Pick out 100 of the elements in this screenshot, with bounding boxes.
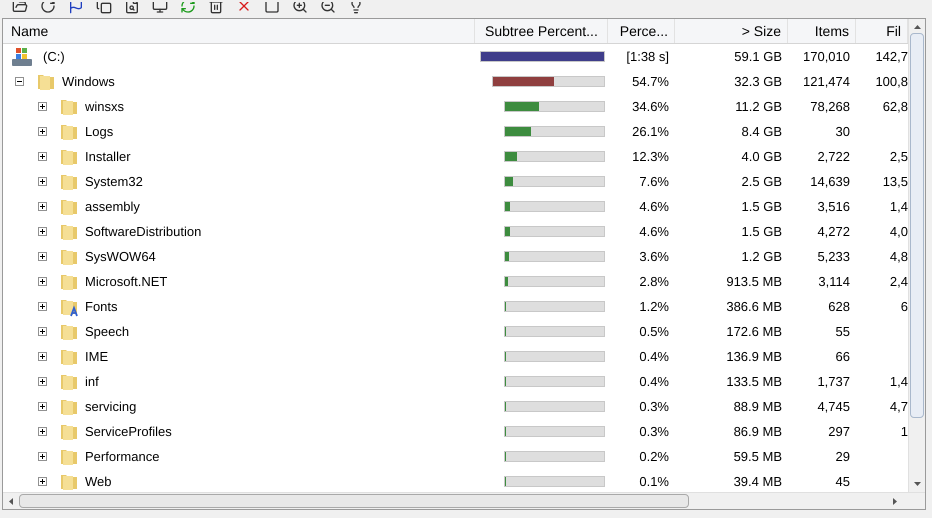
expand-toggle[interactable]	[38, 277, 47, 286]
item-name: inf	[85, 372, 99, 391]
rotate-icon[interactable]	[40, 2, 56, 14]
scroll-left-icon[interactable]	[9, 498, 13, 504]
size-cell: 59.5 MB	[734, 448, 782, 464]
file-search-icon[interactable]	[124, 2, 140, 14]
expand-toggle[interactable]	[38, 202, 47, 211]
tree-row[interactable]: Windows 54.7% 32.3 GB 121,474 100,8	[3, 69, 908, 94]
column-header[interactable]: Perce...	[608, 19, 675, 43]
column-header[interactable]: Subtree Percent...	[475, 19, 608, 43]
tree-row[interactable]: servicing 0.3% 88.9 MB 4,745 4,7	[3, 394, 908, 419]
expand-toggle[interactable]	[38, 302, 47, 311]
items-cell: 78,268	[810, 98, 850, 114]
scroll-down-icon[interactable]	[914, 482, 920, 486]
percent-cell: 0.4%	[639, 348, 669, 364]
percent-cell: 0.4%	[639, 374, 669, 389]
item-name: Fonts	[85, 298, 118, 316]
percent-cell: 4.6%	[639, 224, 669, 239]
vertical-scrollbar[interactable]	[908, 19, 925, 492]
scroll-thumb[interactable]	[910, 33, 924, 418]
tree-row[interactable]: inf 0.4% 133.5 MB 1,737 1,4	[3, 369, 908, 394]
files-cell: 4,8	[890, 248, 908, 264]
expand-toggle[interactable]	[38, 227, 47, 236]
files-cell: 4,0	[890, 224, 908, 239]
expand-toggle[interactable]	[38, 402, 47, 411]
zoom-in-icon[interactable]	[292, 2, 308, 14]
expand-toggle[interactable]	[38, 127, 47, 136]
items-cell: 628	[828, 298, 850, 314]
items-cell: 4,272	[817, 224, 850, 239]
column-header[interactable]: > Size	[675, 19, 788, 43]
percent-cell: 54.7%	[632, 74, 669, 89]
item-name: Microsoft.NET	[85, 272, 168, 291]
tree-row[interactable]: Speech 0.5% 172.6 MB 55	[3, 319, 908, 344]
items-cell: 121,474	[803, 74, 850, 89]
column-header[interactable]: Name	[3, 19, 475, 43]
scroll-up-icon[interactable]	[914, 25, 920, 29]
item-name: Speech	[85, 322, 130, 341]
item-name: IME	[85, 348, 108, 366]
collapse-toggle[interactable]	[15, 77, 24, 86]
tree-row[interactable]: Installer 12.3% 4.0 GB 2,722 2,5	[3, 144, 908, 169]
items-cell: 170,010	[803, 48, 850, 64]
expand-toggle[interactable]	[38, 427, 47, 436]
tree-row[interactable]: assembly 4.6% 1.5 GB 3,516 1,4	[3, 194, 908, 219]
size-cell: 133.5 MB	[726, 374, 782, 389]
expand-toggle[interactable]	[38, 327, 47, 336]
percent-cell: 0.2%	[639, 448, 669, 464]
item-name: Web	[85, 472, 112, 491]
percent-cell: [1:38 s]	[626, 48, 669, 64]
expand-toggle[interactable]	[38, 177, 47, 186]
expand-toggle[interactable]	[38, 152, 47, 161]
expand-toggle[interactable]	[38, 377, 47, 386]
horizontal-scrollbar[interactable]	[3, 492, 925, 509]
expand-toggle[interactable]	[38, 452, 47, 461]
tree-row[interactable]: Microsoft.NET 2.8% 913.5 MB 3,114 2,4	[3, 269, 908, 294]
zoom-out-icon[interactable]	[320, 2, 336, 14]
tree-row[interactable]: Performance 0.2% 59.5 MB 29	[3, 444, 908, 469]
refresh-icon[interactable]	[180, 2, 196, 14]
flag-icon[interactable]	[68, 2, 84, 14]
tree-row[interactable]: (C:) [1:38 s] 59.1 GB 170,010 142,7	[3, 44, 908, 69]
size-cell: 88.9 MB	[734, 398, 782, 414]
percent-cell: 7.6%	[639, 174, 669, 189]
monitor-icon[interactable]	[152, 2, 168, 14]
expand-toggle[interactable]	[38, 352, 47, 361]
items-cell: 55	[836, 324, 850, 339]
size-cell: 1.2 GB	[742, 248, 782, 264]
tree-row[interactable]: Web 0.1% 39.4 MB 45	[3, 469, 908, 492]
tree-row[interactable]: ServiceProfiles 0.3% 86.9 MB 297 1	[3, 419, 908, 444]
tree-row[interactable]: Logs 26.1% 8.4 GB 30	[3, 119, 908, 144]
size-cell: 2.5 GB	[742, 174, 782, 189]
items-cell: 45	[836, 474, 850, 489]
size-cell: 136.9 MB	[726, 348, 782, 364]
column-header[interactable]: Items	[788, 19, 856, 43]
percent-cell: 0.1%	[639, 474, 669, 489]
expand-toggle[interactable]	[38, 477, 47, 486]
size-cell: 32.3 GB	[734, 74, 782, 89]
item-name: winsxs	[85, 98, 124, 116]
size-cell: 11.2 GB	[735, 98, 782, 114]
size-cell: 8.4 GB	[742, 124, 782, 139]
size-cell: 39.4 MB	[734, 474, 782, 489]
tree-row[interactable]: winsxs 34.6% 11.2 GB 78,268 62,8	[3, 94, 908, 119]
size-cell: 172.6 MB	[726, 324, 782, 339]
copy-icon[interactable]	[96, 2, 112, 14]
percent-cell: 1.2%	[639, 298, 669, 314]
scroll-thumb[interactable]	[19, 494, 689, 508]
tree-row[interactable]: SysWOW64 3.6% 1.2 GB 5,233 4,8	[3, 244, 908, 269]
tree-row[interactable]: SoftwareDistribution 4.6% 1.5 GB 4,272 4,0	[3, 219, 908, 244]
percent-cell: 4.6%	[639, 198, 669, 214]
scroll-right-icon[interactable]	[893, 498, 897, 504]
items-cell: 2,722	[817, 148, 850, 164]
percent-cell: 0.3%	[639, 398, 669, 414]
expand-toggle[interactable]	[38, 102, 47, 111]
tree-row[interactable]: IME 0.4% 136.9 MB 66	[3, 344, 908, 369]
trash-icon[interactable]	[208, 2, 224, 14]
folder-icon[interactable]	[12, 2, 28, 14]
tree-row[interactable]: Fonts 1.2% 386.6 MB 628 6	[3, 294, 908, 319]
item-name: SysWOW64	[85, 248, 156, 266]
item-name: Installer	[85, 148, 131, 166]
tree-row[interactable]: System32 7.6% 2.5 GB 14,639 13,5	[3, 169, 908, 194]
size-cell: 59.1 GB	[734, 48, 782, 64]
expand-toggle[interactable]	[38, 252, 47, 261]
